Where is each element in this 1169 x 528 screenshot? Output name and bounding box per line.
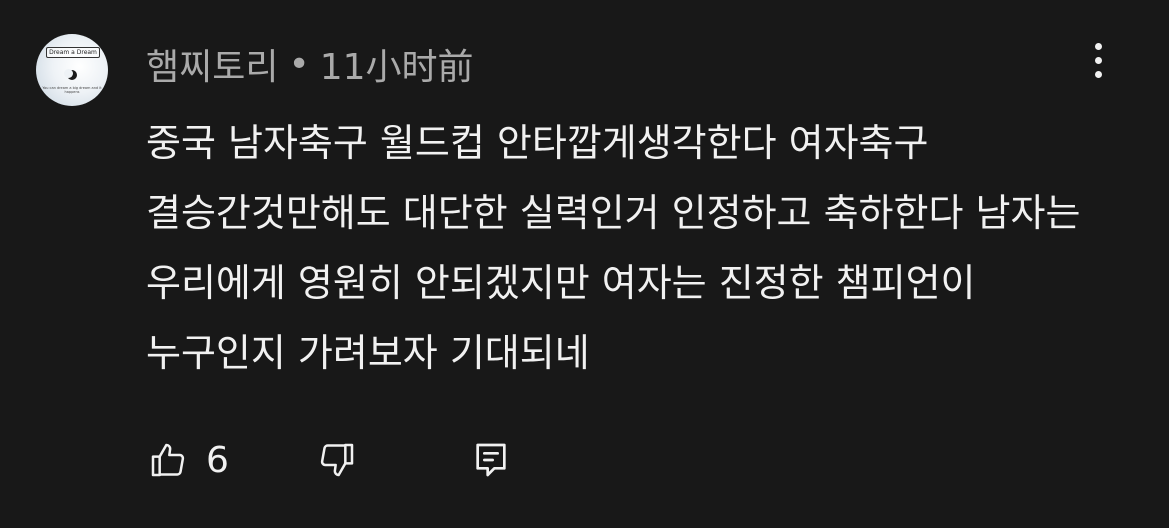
more-vertical-icon-dot: [1094, 70, 1102, 78]
avatar[interactable]: Dream a Dream You can dream a big dream …: [36, 34, 108, 106]
thumbs-up-icon: [151, 443, 185, 477]
author-name[interactable]: 햄찌토리: [146, 38, 278, 90]
avatar-sub-text: You can dream a big dream and it happens: [42, 86, 102, 94]
like-button[interactable]: [146, 438, 190, 482]
avatar-badge-text: Dream a Dream: [46, 47, 100, 58]
dislike-button[interactable]: [315, 438, 359, 482]
comment-thread: Dream a Dream You can dream a big dream …: [0, 0, 1169, 528]
moon-icon: [64, 69, 77, 80]
comment-actions: 6: [146, 434, 513, 486]
more-options-button[interactable]: [1078, 40, 1118, 80]
header-separator: •: [288, 43, 310, 85]
comment-time[interactable]: 11小时前: [320, 38, 474, 90]
reply-comment-icon: [476, 443, 506, 477]
comment-text: 중국 남자축구 월드컵 안타깝게생각한다 여자축구 결승간것만해도 대단한 실력…: [146, 121, 1081, 375]
comment-header: 햄찌토리 • 11小时前: [146, 38, 474, 90]
more-vertical-icon: [1094, 42, 1102, 50]
thumbs-down-icon: [320, 443, 354, 477]
like-count: 6: [206, 439, 229, 481]
reply-button[interactable]: [469, 438, 513, 482]
more-vertical-icon-dot: [1094, 56, 1102, 64]
